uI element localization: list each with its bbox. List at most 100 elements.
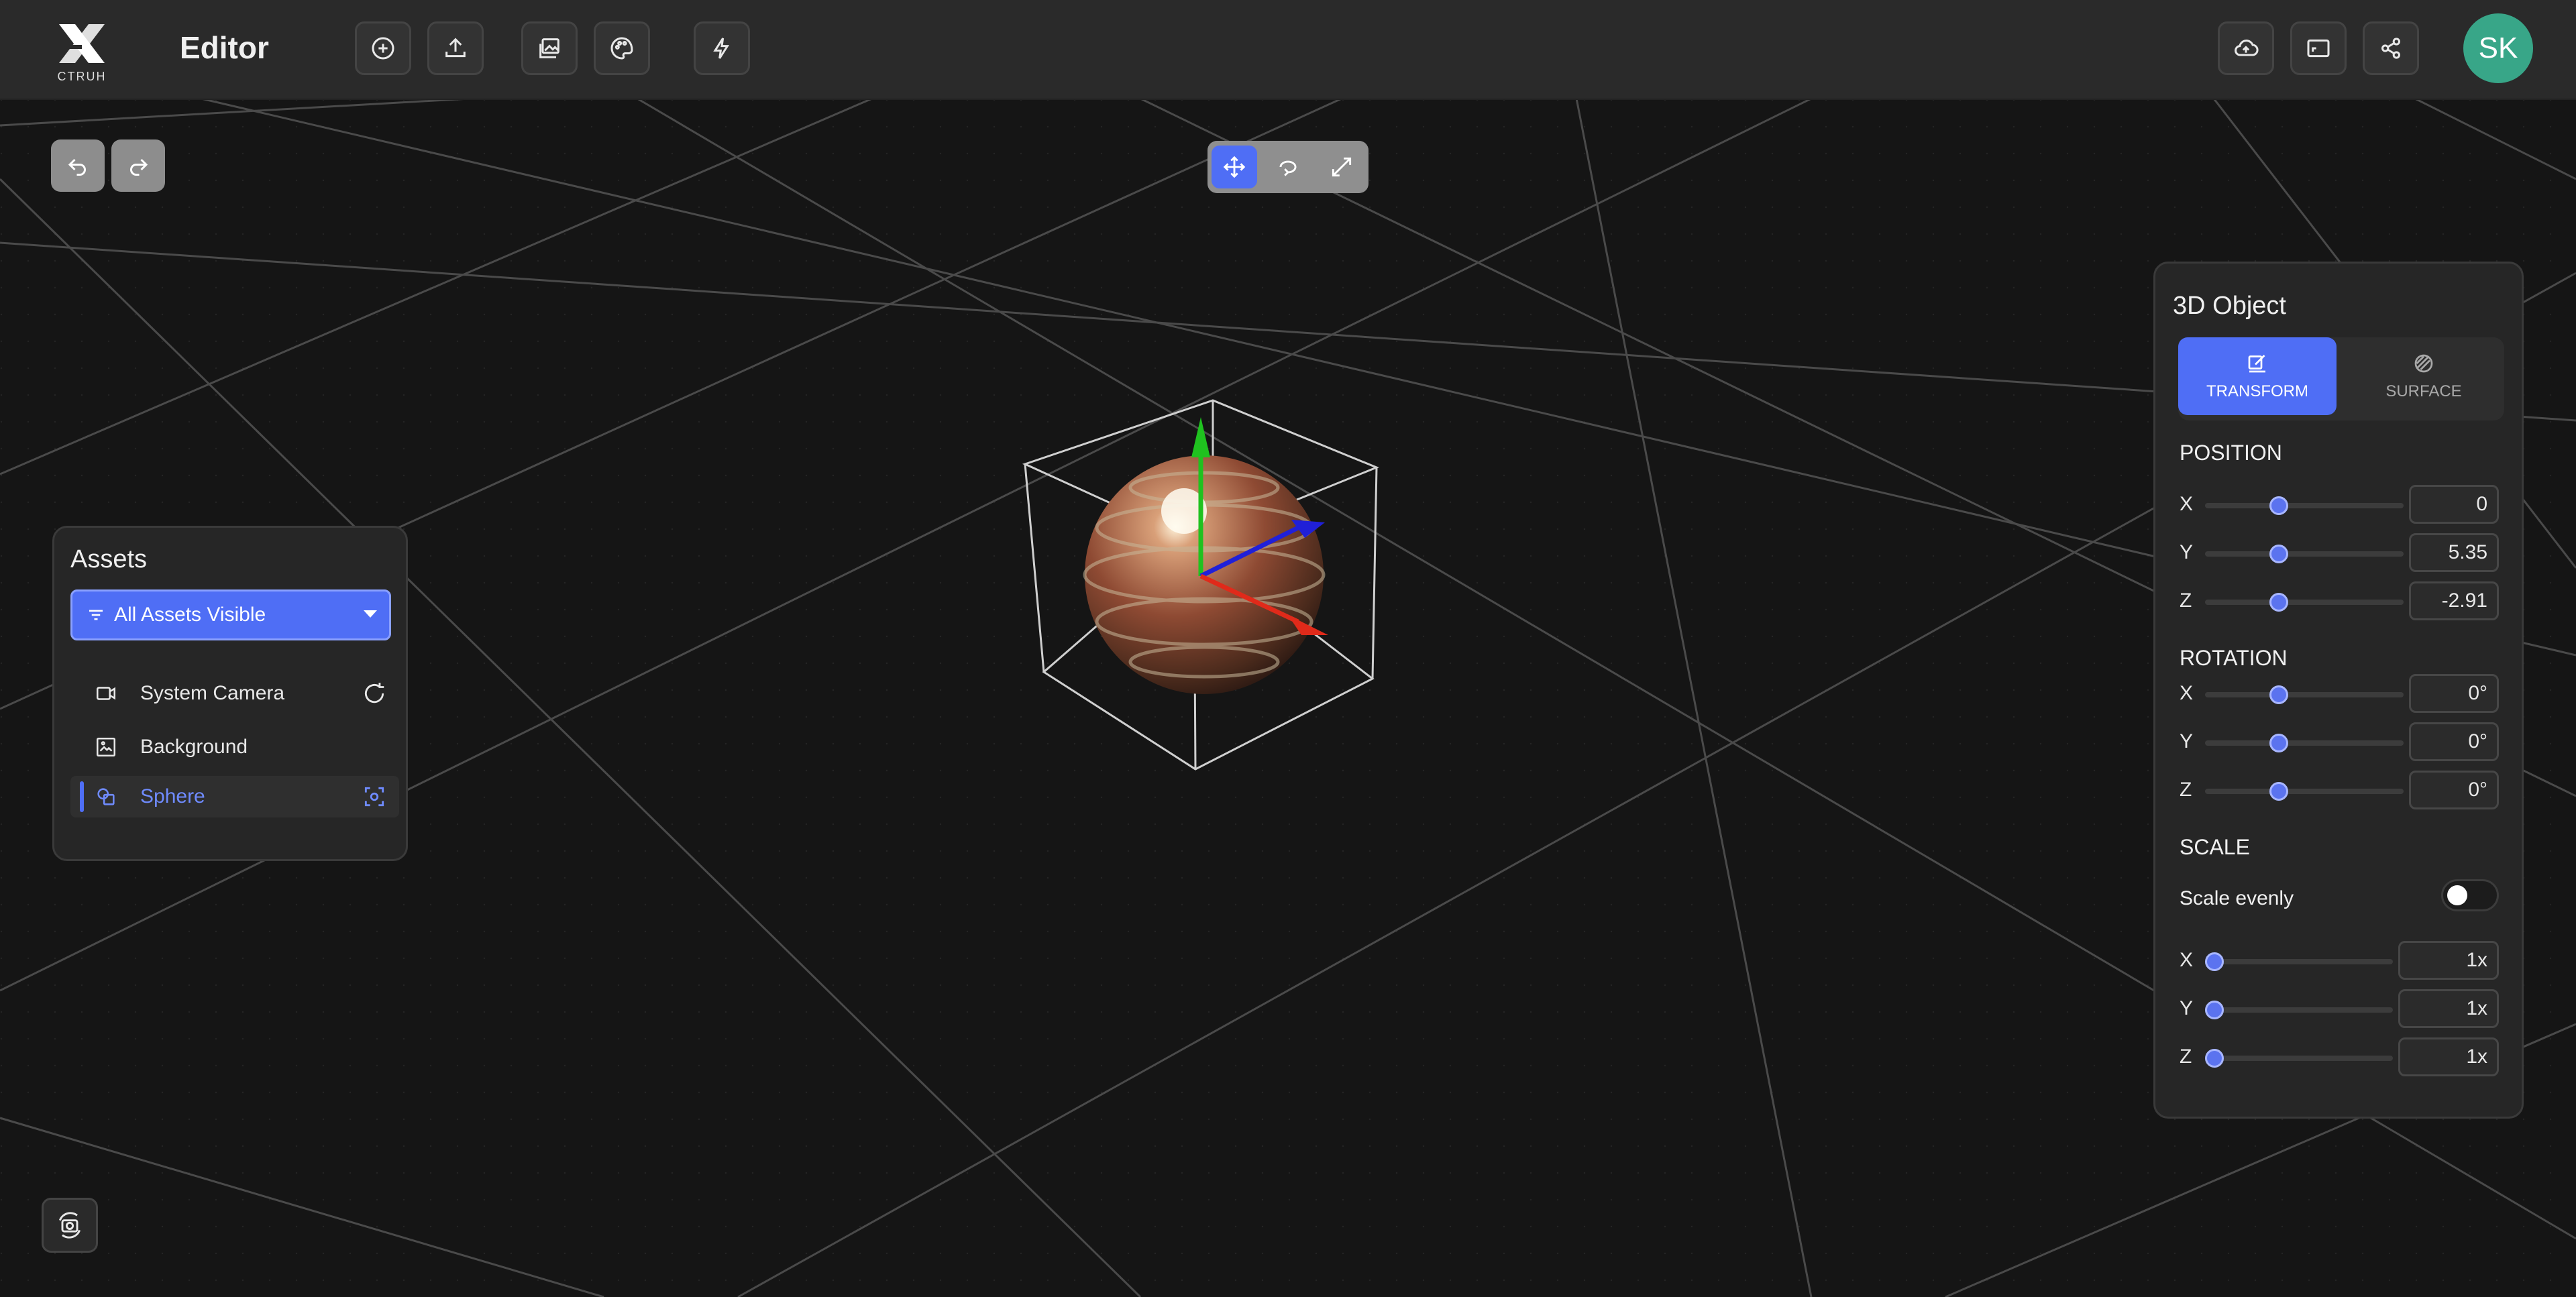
axis-label: X (2180, 493, 2194, 515)
filter-icon (89, 610, 103, 620)
assets-panel: Assets All Assets Visible System Camera … (52, 526, 408, 861)
position-x-control: X 0 (2180, 485, 2502, 525)
axis-label: X (2180, 682, 2194, 704)
cloud-save-button[interactable] (2218, 21, 2274, 75)
share-button[interactable] (2363, 21, 2419, 75)
edit-icon (2248, 355, 2265, 373)
slider-thumb[interactable] (2269, 734, 2288, 752)
logo-mark-icon (59, 24, 105, 63)
asset-item-label: Background (140, 736, 248, 758)
assets-filter-dropdown[interactable]: All Assets Visible (70, 589, 391, 640)
add-icon (372, 37, 394, 60)
rotation-y-input[interactable]: 0° (2409, 722, 2499, 761)
scale-z-input[interactable]: 1x (2398, 1037, 2499, 1076)
top-bar: CTRUH Editor SK (0, 0, 2576, 100)
gallery-button[interactable] (521, 21, 578, 75)
asset-item-background[interactable]: Background (70, 726, 399, 768)
scale-mode-button[interactable] (1319, 146, 1364, 188)
rotation-section-title: ROTATION (2180, 646, 2288, 670)
scale-evenly-label: Scale evenly (2180, 887, 2294, 909)
scale-z-control: Z 1x (2180, 1037, 2502, 1078)
scale-x-control: X 1x (2180, 941, 2502, 981)
scale-evenly-toggle[interactable] (2441, 879, 2499, 911)
assets-filter-label: All Assets Visible (114, 604, 266, 626)
preview-icon (2307, 39, 2330, 58)
position-y-control: Y 5.35 (2180, 533, 2502, 573)
slider-thumb[interactable] (2269, 593, 2288, 612)
chevron-down-icon (364, 610, 377, 618)
undo-button[interactable] (51, 139, 105, 192)
undo-icon (68, 158, 86, 176)
slider-thumb[interactable] (2205, 952, 2224, 971)
upload-button[interactable] (427, 21, 484, 75)
axis-label: Z (2180, 589, 2192, 612)
position-y-slider[interactable] (2205, 551, 2404, 557)
lightning-icon (713, 38, 730, 59)
image-icon (96, 737, 116, 757)
position-z-input[interactable]: -2.91 (2409, 581, 2499, 620)
tab-surface[interactable]: SURFACE (2345, 337, 2503, 415)
slider-thumb[interactable] (2269, 496, 2288, 515)
slider-thumb[interactable] (2269, 685, 2288, 704)
slider-thumb[interactable] (2269, 545, 2288, 563)
camera-icon (96, 687, 116, 700)
tab-transform[interactable]: TRANSFORM (2178, 337, 2337, 415)
position-y-input[interactable]: 5.35 (2409, 533, 2499, 572)
scale-icon (1332, 157, 1352, 177)
asset-item-sphere[interactable]: Sphere (70, 776, 399, 817)
actions-button[interactable] (694, 21, 750, 75)
rotation-z-slider[interactable] (2205, 789, 2404, 794)
axis-label: Z (2180, 1046, 2192, 1068)
scale-x-slider[interactable] (2205, 959, 2393, 964)
camera-reset-button[interactable] (42, 1198, 98, 1253)
rotation-x-slider[interactable] (2205, 692, 2404, 697)
scale-z-slider[interactable] (2205, 1056, 2393, 1061)
toggle-knob (2447, 885, 2467, 905)
scale-y-control: Y 1x (2180, 989, 2502, 1029)
rotation-z-control: Z 0° (2180, 771, 2502, 811)
scale-section-title: SCALE (2180, 835, 2250, 859)
preview-button[interactable] (2290, 21, 2347, 75)
add-button[interactable] (355, 21, 411, 75)
slider-thumb[interactable] (2269, 782, 2288, 801)
palette-button[interactable] (594, 21, 650, 75)
axis-label: Y (2180, 541, 2194, 563)
move-mode-button[interactable] (1212, 146, 1257, 188)
shapes-icon (97, 788, 115, 805)
tab-label: SURFACE (2385, 382, 2462, 400)
position-x-slider[interactable] (2205, 503, 2404, 508)
rotation-x-input[interactable]: 0° (2409, 674, 2499, 713)
rotation-z-input[interactable]: 0° (2409, 771, 2499, 809)
user-avatar[interactable]: SK (2463, 13, 2533, 83)
slider-thumb[interactable] (2205, 1049, 2224, 1068)
move-icon (1223, 156, 1246, 178)
gallery-icon (539, 38, 559, 58)
slider-thumb[interactable] (2205, 1001, 2224, 1019)
axis-label: Y (2180, 997, 2194, 1019)
rotation-y-slider[interactable] (2205, 740, 2404, 746)
object-properties-panel: 3D Object TRANSFORM SURFACE POSITION X 0… (2153, 262, 2524, 1119)
palette-icon (610, 37, 633, 60)
object-tabs: TRANSFORM SURFACE (2178, 337, 2504, 420)
scale-x-input[interactable]: 1x (2398, 941, 2499, 980)
position-z-slider[interactable] (2205, 600, 2404, 605)
ctruh-logo[interactable]: CTRUH (55, 20, 109, 87)
upload-icon (445, 38, 466, 58)
reset-icon[interactable] (362, 681, 387, 706)
axis-label: Y (2180, 730, 2194, 752)
object-panel-title: 3D Object (2173, 292, 2286, 320)
axis-label: X (2180, 949, 2194, 971)
scale-y-input[interactable]: 1x (2398, 989, 2499, 1028)
position-x-input[interactable]: 0 (2409, 485, 2499, 524)
rotation-x-control: X 0° (2180, 674, 2502, 714)
selection-indicator (80, 781, 84, 812)
rotate-mode-button[interactable] (1265, 146, 1311, 188)
asset-item-system-camera[interactable]: System Camera (70, 673, 399, 714)
scale-y-slider[interactable] (2205, 1007, 2393, 1013)
logo-text: CTRUH (57, 70, 107, 83)
assets-title: Assets (70, 545, 148, 573)
tab-label: TRANSFORM (2206, 382, 2308, 400)
position-z-control: Z -2.91 (2180, 581, 2502, 622)
redo-button[interactable] (111, 139, 165, 192)
focus-icon[interactable] (362, 784, 387, 809)
